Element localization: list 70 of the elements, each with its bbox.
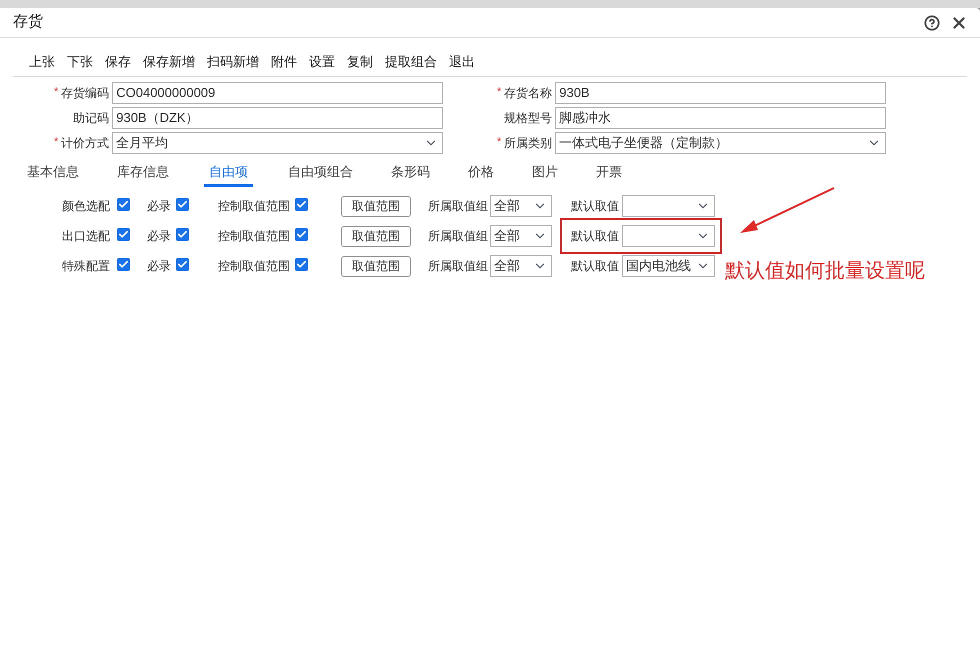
toolbar-button[interactable]: 复制 bbox=[347, 52, 373, 72]
select-field[interactable]: 全月平均 bbox=[112, 132, 443, 154]
checkbox[interactable] bbox=[117, 228, 130, 241]
checkbox[interactable] bbox=[176, 258, 189, 271]
range-button[interactable]: 取值范围 bbox=[341, 226, 411, 246]
tab[interactable]: 自由项组合 bbox=[285, 160, 356, 187]
input-field[interactable]: 930B（DZK） bbox=[112, 106, 443, 128]
checkbox[interactable] bbox=[176, 228, 189, 241]
toolbar-button[interactable]: 保存 bbox=[105, 52, 131, 72]
toolbar-button[interactable]: 保存新增 bbox=[143, 52, 195, 72]
field-label: 助记码 bbox=[73, 110, 110, 126]
checkbox[interactable] bbox=[295, 258, 308, 271]
toolbar-button[interactable]: 附件 bbox=[271, 52, 297, 72]
toolbar-button[interactable]: 设置 bbox=[309, 52, 335, 72]
item-label: 特殊配置 bbox=[61, 258, 110, 275]
toolbar-button[interactable]: 下张 bbox=[67, 52, 93, 72]
default-label: 默认取值 bbox=[571, 228, 619, 245]
required-mark: * bbox=[496, 135, 502, 150]
range-button[interactable]: 取值范围 bbox=[341, 256, 411, 276]
range-control-label: 控制取值范围 bbox=[218, 198, 290, 215]
field-label: 计价方式 bbox=[61, 134, 110, 152]
tab[interactable]: 开票 bbox=[593, 160, 625, 187]
required-label: 必录 bbox=[147, 258, 171, 275]
range-control-label: 控制取值范围 bbox=[218, 228, 290, 245]
default-label: 默认取值 bbox=[571, 198, 619, 215]
checkbox[interactable] bbox=[176, 198, 189, 211]
toolbar-button[interactable]: 退出 bbox=[449, 52, 475, 72]
range-control-label: 控制取值范围 bbox=[218, 258, 290, 275]
toolbar-button[interactable]: 提取组合 bbox=[385, 52, 437, 72]
field-label: 存货名称 bbox=[504, 84, 552, 102]
group-label: 所属取值组 bbox=[428, 198, 488, 215]
input-field[interactable]: 930B bbox=[555, 82, 886, 104]
select-field[interactable] bbox=[622, 225, 715, 247]
required-label: 必录 bbox=[147, 198, 171, 215]
tab[interactable]: 条形码 bbox=[388, 160, 433, 187]
select-field[interactable] bbox=[622, 195, 715, 217]
checkbox[interactable] bbox=[295, 228, 308, 241]
tab[interactable]: 库存信息 bbox=[114, 160, 172, 187]
field-label: 所属类别 bbox=[504, 134, 552, 152]
checkbox[interactable] bbox=[295, 198, 308, 211]
required-mark: * bbox=[54, 135, 58, 150]
select-field[interactable]: 全部 bbox=[490, 255, 552, 277]
input-field[interactable]: CO04000000009 bbox=[112, 82, 443, 104]
group-label: 所属取值组 bbox=[428, 228, 488, 245]
annotation-text: 默认值如何批量设置呢 bbox=[725, 259, 925, 284]
required-mark: * bbox=[54, 85, 58, 100]
help-icon[interactable] bbox=[924, 14, 940, 30]
range-button[interactable]: 取值范围 bbox=[341, 196, 411, 216]
checkbox[interactable] bbox=[117, 258, 130, 271]
window-title: 存货 bbox=[13, 12, 43, 32]
input-field[interactable]: 脚感冲水 bbox=[555, 106, 886, 128]
tab[interactable]: 价格 bbox=[465, 160, 497, 187]
required-label: 必录 bbox=[147, 228, 171, 245]
toolbar-button[interactable]: 上张 bbox=[29, 52, 55, 72]
toolbar-button[interactable]: 扫码新增 bbox=[207, 52, 259, 72]
select-field[interactable]: 全部 bbox=[490, 195, 552, 217]
item-label: 颜色选配 bbox=[61, 198, 110, 215]
tab[interactable]: 基本信息 bbox=[24, 160, 82, 187]
required-mark: * bbox=[496, 85, 502, 100]
select-field[interactable]: 全部 bbox=[490, 225, 552, 247]
item-label: 出口选配 bbox=[61, 228, 110, 245]
select-field[interactable]: 国内电池线 bbox=[622, 255, 715, 277]
field-label: 规格型号 bbox=[504, 110, 552, 126]
checkbox[interactable] bbox=[117, 198, 130, 211]
default-label: 默认取值 bbox=[571, 258, 619, 275]
tab[interactable]: 自由项 bbox=[204, 160, 253, 187]
field-label: 存货编码 bbox=[61, 84, 110, 102]
group-label: 所属取值组 bbox=[428, 258, 488, 275]
tab[interactable]: 图片 bbox=[529, 160, 561, 187]
select-field[interactable]: 一体式电子坐便器（定制款） bbox=[555, 132, 886, 154]
